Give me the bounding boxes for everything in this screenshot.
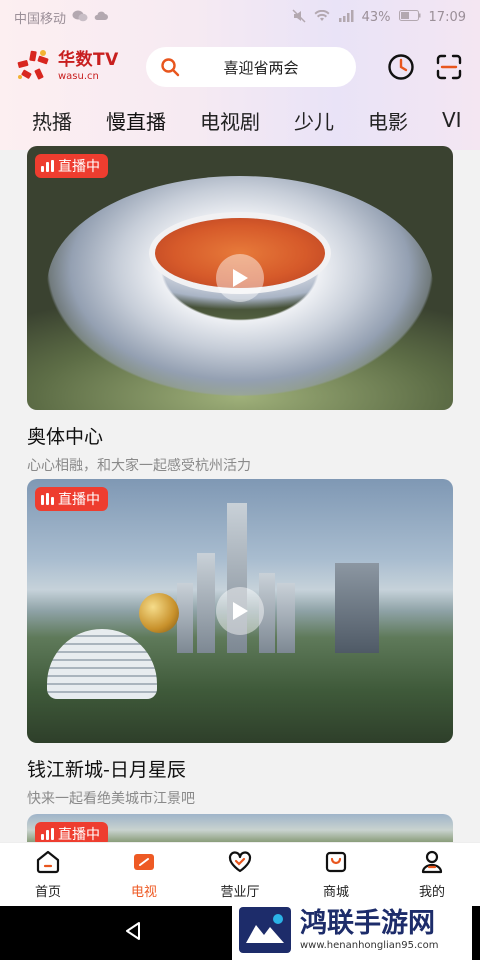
search-placeholder: 喜迎省两会: [223, 58, 299, 77]
nav-label: 电视: [130, 885, 157, 900]
nav-label: 首页: [34, 885, 61, 900]
live-bars-icon: [41, 493, 54, 505]
back-triangle-icon: [126, 922, 140, 940]
play-button[interactable]: [216, 587, 264, 635]
tab-hot[interactable]: 热播: [32, 106, 72, 135]
clock-time: 17:09: [428, 9, 466, 25]
card-title: 奥体中心: [27, 426, 104, 448]
nav-mine[interactable]: 我的: [392, 849, 472, 900]
brand-logo[interactable]: 华数TV wasu.cn: [16, 49, 126, 85]
card-subtitle: 快来一起看绝美城市江景吧: [27, 791, 195, 807]
live-bars-icon: [41, 160, 54, 172]
watermark-logo-icon: [239, 907, 291, 953]
card-subtitle: 心心相融，和大家一起感受杭州活力: [27, 458, 251, 474]
live-badge-label: 直播中: [58, 492, 100, 508]
tab-slow-live[interactable]: 慢直播: [106, 106, 166, 135]
live-card[interactable]: 直播中 钱江新城-日月星辰 快来一起看绝美城市江景吧: [27, 479, 453, 808]
nav-label: 商城: [322, 885, 349, 900]
tab-tv-series[interactable]: 电视剧: [200, 106, 260, 135]
card-title: 钱江新城-日月星辰: [27, 759, 186, 781]
play-icon: [233, 269, 248, 287]
logo-mark-icon: [17, 50, 49, 80]
video-thumbnail[interactable]: 直播中: [27, 146, 453, 410]
live-badge: 直播中: [35, 487, 108, 511]
battery-percent: 43%: [361, 9, 391, 25]
shop-bag-icon: [325, 851, 347, 873]
user-icon: [421, 850, 443, 874]
building-image: [335, 563, 379, 653]
category-tabs: 热播 慢直播 电视剧 少儿 电影 VI: [0, 100, 480, 140]
nav-shop[interactable]: 商城: [296, 849, 376, 900]
watermark-name: 鸿联手游网: [300, 907, 435, 939]
tv-icon: [134, 854, 154, 870]
nav-home[interactable]: 首页: [8, 849, 88, 900]
site-watermark: 鸿联手游网 www.henanhonglian95.com: [232, 900, 472, 960]
battery-icon: [398, 10, 421, 24]
search-icon: [161, 58, 180, 77]
history-button[interactable]: [386, 52, 416, 82]
home-icon: [36, 850, 60, 874]
theater-dome-image: [47, 629, 157, 699]
cloud-icon: [94, 10, 109, 24]
tab-kids[interactable]: 少儿: [294, 106, 334, 135]
play-button[interactable]: [216, 254, 264, 302]
live-badge: 直播中: [35, 154, 108, 178]
wechat-icon: [72, 10, 88, 25]
wifi-icon: [314, 9, 330, 25]
nav-label: 营业厅: [220, 885, 260, 900]
nav-service-hall[interactable]: 营业厅: [200, 849, 280, 900]
building-image: [177, 583, 193, 653]
live-badge-label: 直播中: [58, 159, 100, 175]
back-button[interactable]: [122, 920, 144, 946]
tab-vip[interactable]: VI: [442, 108, 462, 132]
nav-tv[interactable]: 电视: [104, 849, 184, 900]
sun-sphere-image: [139, 593, 179, 633]
scan-button[interactable]: [434, 52, 464, 82]
search-input[interactable]: 喜迎省两会: [146, 47, 356, 87]
building-image: [197, 553, 215, 653]
live-badge-label: 直播中: [58, 827, 100, 843]
brand-name: 华数TV: [58, 50, 119, 70]
brand-domain: wasu.cn: [58, 71, 99, 82]
live-bars-icon: [41, 828, 54, 840]
app-header: 华数TV wasu.cn 喜迎省两会: [0, 42, 480, 92]
nav-label: 我的: [418, 885, 445, 900]
signal-icon: [338, 9, 354, 25]
scan-icon: [436, 54, 462, 80]
live-card[interactable]: 直播中 奥体中心 心心相融，和大家一起感受杭州活力: [27, 146, 453, 475]
carrier-label: 中国移动: [14, 11, 67, 27]
watermark-url: www.henanhonglian95.com: [300, 939, 439, 951]
heart-icon: [228, 851, 252, 873]
history-clock-icon: [388, 54, 414, 80]
bottom-navigation: 首页 电视 营业厅 商城 我的: [0, 842, 480, 906]
tab-movies[interactable]: 电影: [368, 106, 408, 135]
video-thumbnail[interactable]: 直播中: [27, 479, 453, 743]
play-icon: [233, 602, 248, 620]
status-bar: 中国移动 43% 17:09: [0, 0, 480, 34]
mute-icon: [292, 8, 306, 26]
building-image: [277, 583, 295, 653]
